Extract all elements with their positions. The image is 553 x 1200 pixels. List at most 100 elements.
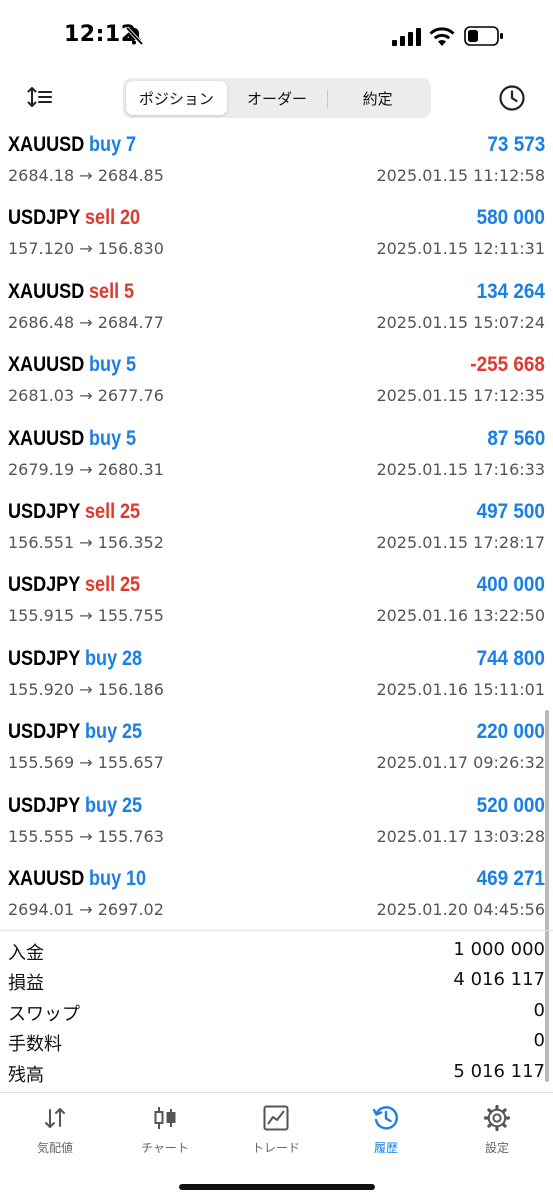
- deal-profit: 134 264: [476, 279, 545, 303]
- deal-symbol: XAUUSD: [8, 353, 85, 377]
- deal-side: sell: [85, 573, 116, 597]
- deal-volume: 25: [120, 499, 141, 523]
- deal-volume: 25: [122, 720, 143, 744]
- deal-symbol: XAUUSD: [8, 279, 85, 303]
- quotes-icon: [45, 1108, 65, 1128]
- trade-icon: [263, 1105, 289, 1131]
- deal-time: 2025.01.15 11:12:58: [376, 166, 545, 185]
- segment-orders[interactable]: オーダー: [227, 81, 328, 115]
- tab-history[interactable]: 履歴: [331, 1093, 441, 1163]
- deal-side: buy: [89, 353, 122, 377]
- clock-icon[interactable]: [498, 84, 526, 112]
- tab-trade[interactable]: トレード: [221, 1093, 331, 1163]
- deal-time: 2025.01.16 13:22:50: [376, 606, 545, 626]
- summary-label: 残高: [8, 1064, 44, 1086]
- sort-icon[interactable]: [26, 84, 54, 110]
- deal-prices: 156.551 → 156.352: [8, 532, 164, 552]
- battery-icon: [464, 26, 503, 46]
- chart-icon: [154, 1107, 176, 1129]
- summary-value: 0: [533, 1030, 545, 1052]
- deal-side: buy: [89, 133, 122, 156]
- deal-row[interactable]: USDJPY sell 25 400 000 155.915 → 155.755 2025…: [0, 568, 553, 641]
- history-segmented-control: ポジション オーダー 約定: [123, 78, 431, 118]
- deal-volume: 25: [120, 573, 141, 597]
- deal-symbol: USDJPY: [8, 206, 81, 230]
- deal-side: sell: [85, 206, 116, 230]
- summary-row-swap: スワップ 0: [0, 992, 553, 1025]
- summary-row-deposit: 入金 1 000 000: [0, 931, 553, 964]
- deal-side: buy: [85, 793, 118, 817]
- deal-row[interactable]: XAUUSD buy 7 73 573 2684.18 → 2684.85 2025.01…: [0, 128, 553, 201]
- deal-time: 2025.01.17 13:03:28: [376, 826, 545, 846]
- deal-time: 2025.01.15 17:16:33: [376, 459, 545, 479]
- deal-time: 2025.01.17 09:26:32: [376, 753, 545, 773]
- summary-row-commission: 手数料 0: [0, 1022, 553, 1055]
- segment-deals[interactable]: 約定: [327, 81, 428, 115]
- settings-icon: [483, 1104, 511, 1132]
- deal-prices: 155.569 → 155.657: [8, 753, 164, 773]
- summary-row-profit: 損益 4 016 117: [0, 961, 553, 994]
- account-summary: 入金 1 000 000 損益 4 016 117 スワップ 0 手数料 0 残…: [0, 930, 553, 1086]
- tab-label: 気配値: [36, 1141, 73, 1155]
- deal-volume: 25: [122, 793, 143, 817]
- deal-prices: 2686.48 → 2684.77: [8, 312, 164, 332]
- deal-volume: 5: [126, 353, 137, 377]
- deal-prices: 2684.18 → 2684.85: [8, 166, 164, 185]
- tab-label: 履歴: [373, 1141, 398, 1155]
- deal-side: buy: [89, 426, 122, 450]
- deal-symbol: USDJPY: [8, 499, 81, 523]
- deal-row[interactable]: XAUUSD buy 5 87 560 2679.19 → 2680.31 2025.01…: [0, 422, 553, 495]
- deal-symbol: USDJPY: [8, 573, 81, 597]
- history-icon: [372, 1106, 398, 1130]
- deal-volume: 10: [126, 866, 147, 890]
- deal-profit: 73 573: [487, 133, 545, 156]
- deal-prices: 155.555 → 155.763: [8, 826, 164, 846]
- deal-prices: 155.920 → 156.186: [8, 679, 164, 699]
- segment-positions[interactable]: ポジション: [126, 81, 227, 115]
- wifi-icon: [429, 27, 455, 46]
- summary-value: 1 000 000: [453, 939, 545, 960]
- deal-profit: 469 271: [476, 866, 545, 890]
- deal-prices: 2681.03 → 2677.76: [8, 386, 164, 406]
- deal-profit: 400 000: [476, 573, 545, 597]
- tab-label: 設定: [484, 1141, 509, 1155]
- deal-volume: 7: [126, 133, 137, 156]
- deal-time: 2025.01.16 15:11:01: [376, 679, 545, 699]
- deal-row[interactable]: USDJPY buy 25 520 000 155.555 → 155.763 2025.…: [0, 789, 553, 862]
- deal-row[interactable]: XAUUSD buy 10 469 271 2694.01 → 2697.02 2025.…: [0, 862, 553, 935]
- deal-row[interactable]: USDJPY sell 25 497 500 156.551 → 156.352 2025…: [0, 495, 553, 568]
- status-bar: 12:12: [0, 0, 553, 76]
- deal-prices: 2694.01 → 2697.02: [8, 899, 164, 919]
- summary-row-balance: 残高 5 016 117: [0, 1053, 553, 1086]
- deal-volume: 5: [124, 279, 135, 303]
- deal-profit: 87 560: [487, 426, 545, 450]
- deal-time: 2025.01.15 15:07:24: [376, 312, 545, 332]
- deal-profit: -255 668: [470, 353, 545, 377]
- deal-profit: 220 000: [476, 720, 545, 744]
- deal-profit: 744 800: [476, 646, 545, 670]
- deal-time: 2025.01.15 12:11:31: [376, 239, 545, 259]
- deal-symbol: USDJPY: [8, 793, 81, 817]
- deal-profit: 497 500: [476, 499, 545, 523]
- tab-quotes[interactable]: 気配値: [0, 1093, 110, 1163]
- deal-prices: 157.120 → 156.830: [8, 239, 164, 259]
- tab-label: チャート: [141, 1141, 189, 1155]
- deal-list: XAUUSD buy 7 73 573 2684.18 → 2684.85 2025.01…: [0, 128, 553, 935]
- deal-row[interactable]: XAUUSD buy 5 -255 668 2681.03 → 2677.76 2025.…: [0, 348, 553, 421]
- deal-row[interactable]: USDJPY buy 25 220 000 155.569 → 155.657 2025.…: [0, 715, 553, 788]
- deal-side: buy: [89, 866, 122, 890]
- deal-row[interactable]: USDJPY sell 20 580 000 157.120 → 156.830 2025…: [0, 201, 553, 274]
- deal-volume: 20: [120, 206, 141, 230]
- deal-side: buy: [85, 646, 118, 670]
- deal-side: sell: [85, 499, 116, 523]
- home-indicator: [179, 1184, 375, 1190]
- deal-profit: 580 000: [476, 206, 545, 230]
- deal-symbol: USDJPY: [8, 646, 81, 670]
- deal-row[interactable]: USDJPY buy 28 744 800 155.920 → 156.186 2025.…: [0, 642, 553, 715]
- top-nav: ポジション オーダー 約定: [0, 76, 553, 120]
- deal-symbol: USDJPY: [8, 720, 81, 744]
- deal-profit: 520 000: [476, 793, 545, 817]
- tab-settings[interactable]: 設定: [442, 1093, 552, 1163]
- deal-row[interactable]: XAUUSD sell 5 134 264 2686.48 → 2684.77 2025.…: [0, 275, 553, 348]
- tab-chart[interactable]: チャート: [110, 1093, 220, 1163]
